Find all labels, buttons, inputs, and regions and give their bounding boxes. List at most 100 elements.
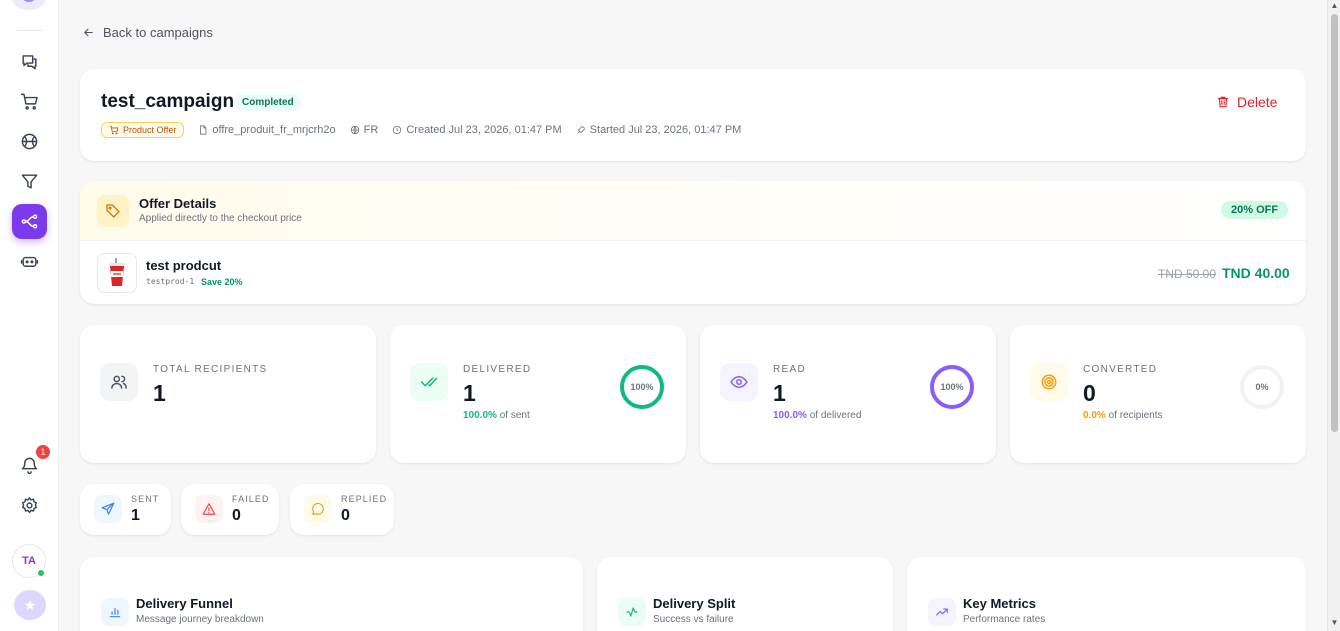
eye-icon	[730, 375, 748, 389]
offer-details-subtitle: Applied directly to the checkout price	[139, 213, 302, 224]
panel-title: Key Metrics	[963, 596, 1036, 611]
back-link-label: Back to campaigns	[103, 25, 213, 40]
product-image	[97, 253, 137, 293]
offer-tag-badge	[97, 195, 129, 227]
stat-card-delivered: DELIVERED 1 100.0% of sent 100%	[390, 325, 686, 463]
panel-icon-box	[928, 598, 956, 626]
filter-icon	[21, 174, 38, 189]
sidebar: 1 TA ★	[0, 0, 59, 631]
offer-type-label: Product Offer	[123, 125, 177, 135]
stat-card-total-recipients: TOTAL RECIPIENTS 1	[80, 325, 376, 463]
activity-icon	[626, 607, 638, 617]
mini-stat-label: REPLIED	[341, 494, 388, 504]
mini-stat-sent: SENT 1	[80, 484, 171, 535]
app-logo[interactable]	[12, 0, 46, 10]
stat-suffix: of delivered	[806, 410, 862, 421]
assistant-button[interactable]: ★	[14, 590, 46, 620]
page-scrollbar[interactable]: ▲ ▼	[1327, 0, 1340, 631]
stat-value: 1	[153, 380, 166, 406]
mini-stat-label: SENT	[131, 494, 160, 504]
panel-icon-box	[618, 598, 646, 626]
stat-label: CONVERTED	[1083, 364, 1158, 375]
globe-icon	[350, 125, 359, 135]
trash-icon	[1217, 96, 1229, 108]
message-circle-icon	[312, 502, 324, 515]
arrow-left-icon	[84, 28, 93, 37]
campaign-meta: Product Offer offre_produit_fr_mrjcrh2o …	[101, 122, 741, 138]
ring-label: 0%	[1255, 382, 1268, 392]
trending-up-icon	[936, 608, 948, 616]
original-price: TND 50.00	[1158, 267, 1217, 281]
stat-value: 1	[773, 380, 786, 406]
offer-details-title: Offer Details	[139, 196, 217, 211]
scrollbar-thumb[interactable]	[1331, 14, 1338, 432]
sidebar-item-store[interactable]	[12, 84, 47, 119]
users-icon	[111, 375, 127, 389]
notification-count-badge: 1	[36, 445, 50, 459]
basketball-icon	[21, 133, 38, 150]
offer-type-chip: Product Offer	[101, 122, 185, 138]
read-progress-ring: 100%	[930, 365, 974, 409]
sidebar-item-catalog[interactable]	[12, 124, 47, 159]
stat-icon-box	[720, 363, 758, 401]
send-icon	[101, 502, 115, 515]
workflow-icon	[21, 214, 38, 229]
mini-stat-value: 0	[341, 507, 350, 524]
mini-stat-value: 1	[131, 507, 140, 524]
converted-progress-ring: 0%	[1240, 365, 1284, 409]
panel-icon-box	[101, 598, 129, 626]
campaign-title: test_campaign	[101, 91, 235, 112]
clock-icon	[393, 125, 402, 135]
stat-percentage: 100.0%	[463, 410, 497, 421]
sidebar-item-settings[interactable]	[12, 488, 47, 523]
stat-card-read: READ 1 100.0% of delivered 100%	[700, 325, 996, 463]
mini-stat-value: 0	[232, 507, 241, 524]
status-badge: Completed	[234, 94, 302, 111]
gear-icon	[21, 496, 38, 514]
alert-triangle-icon	[202, 503, 216, 515]
messages-icon	[22, 55, 37, 70]
file-icon	[200, 125, 207, 135]
stat-percentage: 0.0%	[1083, 410, 1106, 421]
tag-icon	[106, 204, 120, 218]
discount-badge: 20% OFF	[1221, 201, 1289, 219]
started-date-label: Started Jul 23, 2026, 01:47 PM	[589, 124, 742, 136]
stat-label: TOTAL RECIPIENTS	[153, 364, 268, 375]
stat-suffix: of sent	[496, 410, 530, 421]
product-sku: testprod-1	[146, 277, 195, 286]
ring-label: 100%	[940, 382, 963, 392]
sidebar-item-segments[interactable]	[12, 164, 47, 199]
mini-icon-box	[195, 495, 223, 523]
ring-label: 100%	[630, 382, 653, 392]
cart-icon	[20, 93, 38, 110]
stat-value: 0	[1083, 380, 1096, 406]
started-date: Started Jul 23, 2026, 01:47 PM	[576, 124, 742, 136]
key-metrics-panel: Key Metrics Performance rates	[907, 557, 1306, 631]
rocket-icon	[577, 126, 585, 134]
discounted-price: TND 40.00	[1222, 265, 1290, 281]
offer-details-header: Offer Details Applied directly to the ch…	[80, 181, 1306, 241]
delete-button[interactable]: Delete	[1216, 94, 1277, 110]
mini-icon-box	[304, 495, 332, 523]
sidebar-item-conversations[interactable]	[12, 44, 47, 79]
scroll-down-arrow[interactable]: ▼	[1330, 619, 1339, 627]
bar-chart-icon	[109, 607, 121, 618]
bot-icon	[20, 256, 39, 267]
scroll-up-arrow[interactable]: ▲	[1330, 2, 1339, 10]
target-icon	[1041, 374, 1057, 390]
sidebar-item-bots[interactable]	[12, 244, 47, 279]
delivery-split-panel: Delivery Split Success vs failure	[597, 557, 893, 631]
stat-subtext: 0.0% of recipients	[1083, 410, 1163, 421]
delete-label: Delete	[1237, 94, 1278, 110]
cart-icon	[109, 125, 119, 135]
delivered-progress-ring: 100%	[620, 365, 664, 409]
panel-subtitle: Performance rates	[963, 614, 1046, 625]
bell-icon	[21, 457, 38, 475]
sidebar-item-campaigns[interactable]	[12, 204, 47, 239]
stat-label: READ	[773, 364, 806, 375]
stat-icon-box	[410, 363, 448, 401]
panel-title: Delivery Funnel	[136, 596, 233, 611]
mini-stat-replied: REPLIED 0	[290, 484, 394, 535]
mini-icon-box	[94, 495, 122, 523]
back-to-campaigns-link[interactable]: Back to campaigns	[82, 25, 213, 40]
